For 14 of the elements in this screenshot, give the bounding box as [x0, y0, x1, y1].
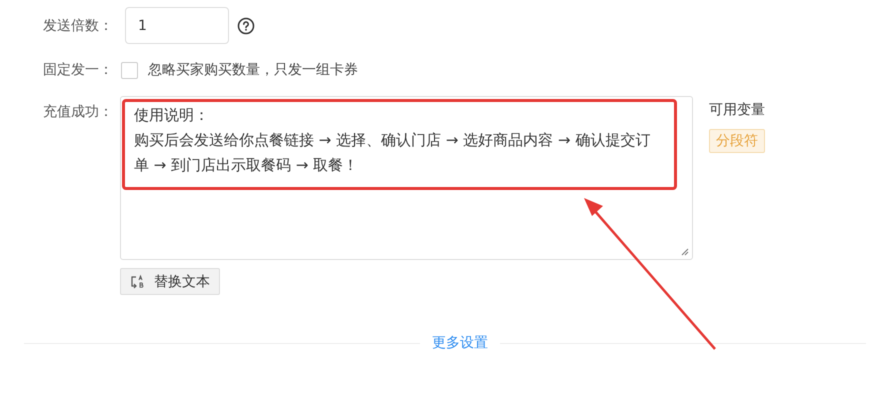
text-line: 使用说明： — [134, 105, 210, 126]
checkbox-label: 忽略买家购买数量，只发一组卡券 — [148, 61, 358, 79]
resize-handle-icon[interactable] — [681, 248, 689, 256]
checkbox[interactable] — [121, 62, 138, 78]
number-input[interactable]: 1 — [125, 7, 229, 44]
text-line: 购买后会发送给你点餐链接 → 选择、确认门店 → 选好商品内容 → 确认提交订单 → 到门店出示取餐码 → 取餐！ — [134, 130, 652, 176]
text-replace-icon — [130, 274, 146, 290]
field-label: 充值成功： — [42, 103, 113, 121]
help-icon[interactable] — [237, 16, 255, 34]
variables-title: 可用变量 — [709, 101, 765, 119]
field-label: 固定发一： — [42, 61, 113, 79]
field-label: 发送倍数： — [42, 16, 113, 34]
replace-text-button[interactable]: 替换文本 — [120, 268, 220, 295]
text-area[interactable]: 使用说明： 购买后会发送给你点餐链接 → 选择、确认门店 → 选好商品内容 → 确认提交订单 → 到门店出示取餐码 → 取餐！ — [120, 96, 693, 260]
